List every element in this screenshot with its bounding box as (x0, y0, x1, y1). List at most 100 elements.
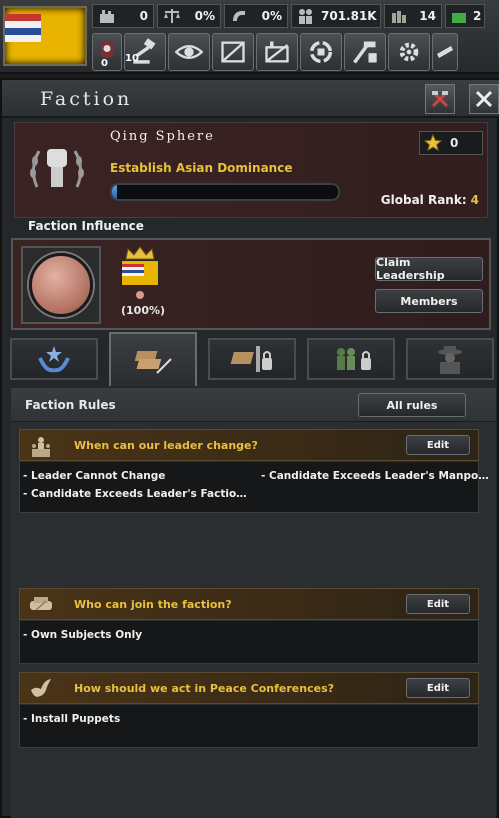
faction-panel: Faction Qing Sphere Establish Asian Domi… (0, 78, 499, 818)
horn-icon (230, 8, 248, 24)
war-support-counter[interactable]: 0% (224, 4, 288, 28)
spy-icon (438, 346, 462, 374)
tab-rules[interactable] (109, 332, 197, 386)
button-badge: 10 (125, 53, 139, 64)
military-factory-counter[interactable]: 2 (445, 4, 485, 28)
manpower-counter[interactable]: 701.81K (291, 4, 381, 28)
trade-icon (265, 41, 289, 63)
rule-peace-conference: How should we act in Peace Conferences? … (19, 672, 479, 756)
resource-value: 701.81K (321, 9, 377, 23)
rules-title: Faction Rules (25, 398, 116, 412)
rule-header: Who can join the faction? Edit (19, 588, 479, 620)
resource-value: 0% (261, 9, 282, 23)
rule-membership: Who can join the faction? Edit - Own Sub… (19, 588, 479, 672)
member-color-dot (136, 291, 144, 299)
dove-icon (31, 679, 51, 697)
members-button[interactable]: Members (375, 289, 483, 313)
rule-question: How should we act in Peace Conferences? (74, 682, 334, 695)
tab-military[interactable] (307, 338, 395, 380)
resource-value: 0 (139, 9, 148, 23)
leader-podium-icon (32, 437, 50, 457)
faction-influence-label: Faction Influence (28, 219, 144, 233)
claim-leadership-button[interactable]: Claim Leadership (375, 256, 483, 282)
edit-button[interactable]: Edit (406, 594, 470, 614)
global-rank-value: 4 (470, 193, 479, 207)
political-power-counter[interactable]: 0 (92, 4, 154, 28)
close-icon (475, 90, 493, 108)
goal-progress-fill (112, 185, 117, 199)
edit-button[interactable]: Edit (406, 678, 470, 698)
rule-leader-change: When can our leader change? Edit - Leade… (19, 429, 489, 513)
map-pin-icon (230, 346, 272, 372)
faction-score-value: 0 (450, 136, 459, 150)
construction-button[interactable] (344, 33, 386, 71)
faction-tabs (10, 332, 494, 386)
button-badge: 0 (101, 58, 108, 69)
leave-faction-button[interactable] (425, 84, 455, 114)
intelligence-button[interactable] (168, 33, 210, 71)
raised-fist-icon (30, 149, 84, 188)
research-icon (221, 41, 245, 63)
global-rank-label: Global Rank: (380, 193, 467, 207)
resource-value: 2 (473, 9, 482, 23)
faction-rules: Faction Rules All rules When can our lea… (11, 388, 496, 818)
rule-question: Who can join the faction? (74, 598, 232, 611)
logistics-button[interactable] (300, 33, 342, 71)
decision-button[interactable]: 0 (92, 33, 122, 71)
all-rules-button[interactable]: All rules (358, 393, 466, 417)
trade-button[interactable] (256, 33, 298, 71)
faction-influence-box: (100%) Claim Leadership Members (11, 238, 491, 330)
rule-options: - Leader Cannot Change - Candidate Excee… (19, 462, 489, 513)
production-button[interactable] (388, 33, 430, 71)
tab-intelligence[interactable] (406, 338, 494, 380)
rule-option: - Candidate Exceeds Leader's Manpo… (261, 470, 489, 482)
influence-chart-frame (21, 246, 101, 324)
civilian-factory-counter[interactable]: 14 (384, 4, 442, 28)
rule-option: - Own Subjects Only (23, 629, 143, 641)
resource-value: 14 (419, 9, 436, 23)
top-bar: 0 0% 0% 701.81K 14 2 0 10 (0, 0, 499, 74)
crown-icon (125, 246, 155, 260)
faction-score[interactable]: 0 (419, 131, 483, 155)
country-flag[interactable] (3, 6, 87, 66)
close-button[interactable] (469, 84, 499, 114)
rule-option: - Leader Cannot Change (23, 470, 166, 482)
stability-counter[interactable]: 0% (157, 4, 221, 28)
menu-button-row: 0 10 (92, 33, 458, 71)
scales-icon (163, 8, 181, 24)
global-rank: Global Rank: 4 (381, 193, 479, 207)
rule-option: - Candidate Exceeds Leader's Factio… (23, 488, 247, 500)
member-flag[interactable] (121, 260, 159, 286)
eye-icon (175, 45, 203, 59)
rules-header: Faction Rules All rules (11, 388, 496, 422)
goal-progress-bar (110, 183, 340, 201)
rule-option: - Install Puppets (23, 713, 121, 725)
rule-options: - Install Puppets (19, 705, 479, 748)
civilian-factory-icon (390, 8, 408, 24)
faction-info: Qing Sphere Establish Asian Dominance 0 … (14, 122, 488, 218)
rule-header: How should we act in Peace Conferences? … (19, 672, 479, 704)
logistics-icon (309, 40, 333, 64)
handshake-icon (30, 597, 52, 611)
influence-pie-chart[interactable] (29, 253, 93, 317)
edit-button[interactable]: Edit (406, 435, 470, 455)
resource-value: 0% (194, 9, 215, 23)
gavel-button[interactable]: 10 (124, 33, 166, 71)
tab-goals[interactable] (10, 338, 98, 380)
faction-goal[interactable]: Establish Asian Dominance (110, 161, 292, 175)
research-button[interactable] (212, 33, 254, 71)
rule-header: When can our leader change? Edit (19, 429, 479, 461)
army-button[interactable] (432, 33, 458, 71)
soldiers-icon (337, 348, 371, 370)
panel-title: Faction (40, 88, 133, 110)
member-influence-share: (100%) (121, 304, 166, 317)
panel-header: Faction (2, 80, 499, 118)
rule-question: When can our leader change? (74, 439, 258, 452)
star-icon (424, 134, 442, 152)
documents-icon (134, 351, 172, 374)
production-icon (399, 42, 419, 62)
rule-options: - Own Subjects Only (19, 621, 479, 664)
tab-territory[interactable] (208, 338, 296, 380)
crossed-hammers-icon (431, 91, 449, 108)
factory-icon (98, 8, 116, 24)
